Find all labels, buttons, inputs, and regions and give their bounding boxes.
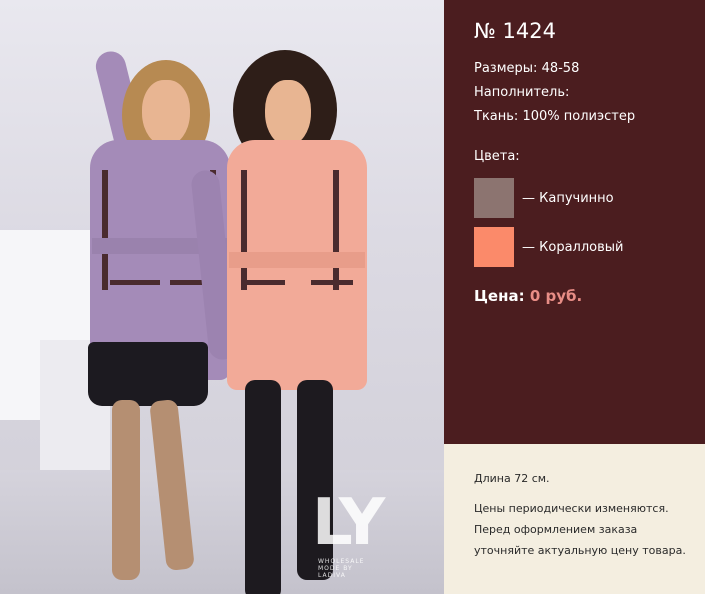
coat-trim bbox=[333, 170, 339, 290]
color-name: — Коралловый bbox=[522, 239, 624, 255]
color-swatch[interactable] bbox=[474, 227, 514, 267]
coat-belt bbox=[229, 252, 365, 268]
skirt bbox=[88, 342, 208, 406]
brand-watermark-logo: LY bbox=[312, 486, 385, 560]
price-disclaimer-line: Перед оформлением заказа bbox=[474, 523, 638, 536]
color-option-cappuccino[interactable]: — Капучинно bbox=[474, 178, 614, 218]
spec-sizes-value: 48-58 bbox=[541, 61, 580, 76]
coat-trim bbox=[245, 280, 285, 285]
product-length: Длина 72 см. bbox=[474, 472, 550, 485]
coat-trim bbox=[102, 170, 108, 290]
leg bbox=[149, 399, 195, 571]
price-disclaimer-line: Цены периодически изменяются. bbox=[474, 502, 669, 515]
product-info-panel: № 1424 Размеры: 48-58 Наполнитель: Ткань… bbox=[444, 0, 705, 444]
price-label: Цена: bbox=[474, 287, 525, 305]
spec-fabric-value: 100% полиэстер bbox=[522, 109, 636, 124]
spec-sizes: Размеры: 48-58 bbox=[474, 60, 579, 78]
price: Цена: 0 руб. bbox=[474, 286, 582, 306]
brand-watermark-subtext: WHOLESALE MODE BY LADIVA bbox=[318, 558, 365, 579]
leg bbox=[245, 380, 281, 594]
brand-watermark: LY WHOLESALE MODE BY LADIVA bbox=[312, 486, 404, 579]
colors-label: Цвета: bbox=[474, 149, 520, 164]
face bbox=[265, 80, 311, 146]
color-swatch[interactable] bbox=[474, 178, 514, 218]
face bbox=[142, 80, 190, 146]
product-title: № 1424 bbox=[474, 19, 556, 43]
coat-trim bbox=[311, 280, 353, 285]
leg bbox=[112, 400, 140, 580]
coat-trim bbox=[110, 280, 160, 285]
spec-filler-label: Наполнитель: bbox=[474, 85, 570, 100]
coat-trim bbox=[241, 170, 247, 290]
product-photo: LY WHOLESALE MODE BY LADIVA bbox=[0, 0, 444, 594]
price-value: 0 руб. bbox=[529, 287, 583, 305]
spec-fabric: Ткань: 100% полиэстер bbox=[474, 108, 635, 126]
spec-sizes-label: Размеры: bbox=[474, 61, 538, 76]
spec-filler: Наполнитель: bbox=[474, 84, 569, 102]
spec-fabric-label: Ткань: bbox=[474, 109, 519, 124]
product-note-panel: Длина 72 см. Цены периодически изменяютс… bbox=[444, 444, 705, 594]
color-option-coral[interactable]: — Коралловый bbox=[474, 227, 623, 267]
color-name: — Капучинно bbox=[522, 190, 614, 206]
price-disclaimer-line: уточняйте актуальную цену товара. bbox=[474, 544, 686, 557]
